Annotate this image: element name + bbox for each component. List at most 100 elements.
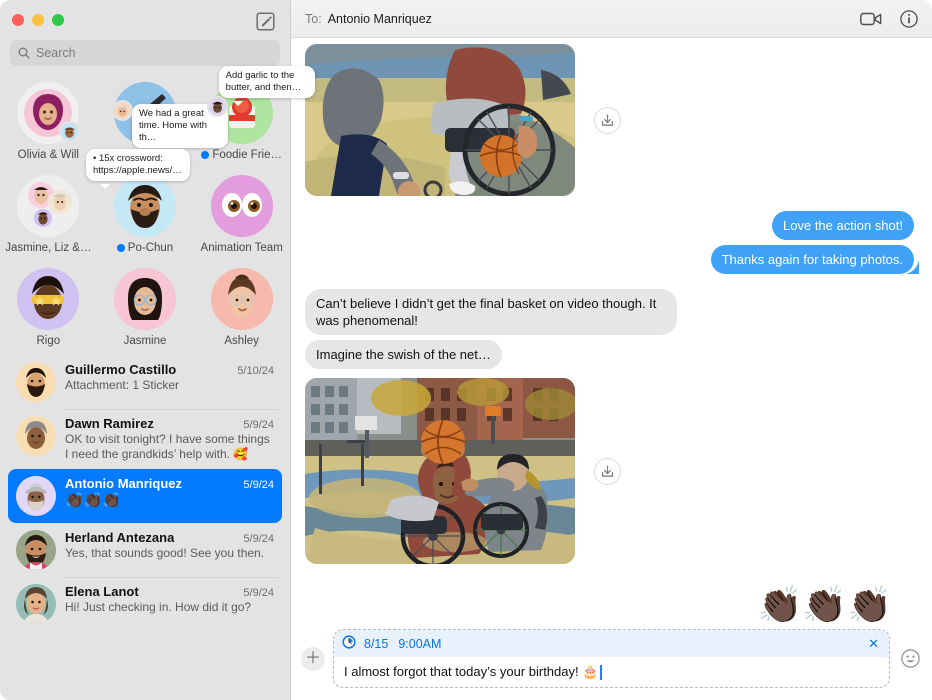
conversation-pane: To: Antonio Manriquez Love the action sh… <box>291 0 932 700</box>
info-circle-icon[interactable] <box>900 9 918 28</box>
conversation-row-dawn-ramirez[interactable]: Dawn Ramirez 5/9/24 OK to visit tonight?… <box>8 409 282 469</box>
message-photo-basketball-2[interactable] <box>305 378 575 564</box>
avatar <box>16 476 56 516</box>
download-icon[interactable] <box>594 106 621 134</box>
conversation-body: Guillermo Castillo 5/10/24 Attachment: 1… <box>65 362 274 393</box>
memoji-star-glasses-icon <box>17 268 80 330</box>
conversation-date: 5/10/24 <box>237 365 274 377</box>
mini-avatar-will <box>59 121 81 142</box>
group-three-memoji-icon <box>17 175 80 237</box>
conversation-body: Elena Lanot 5/9/24 Hi! Just checking in.… <box>65 584 274 615</box>
recipient-name[interactable]: Antonio Manriquez <box>328 12 432 26</box>
pinned-item-jasmine-liz-group[interactable]: Jasmine, Liz &… <box>0 175 97 254</box>
pinned-item-animation-team[interactable]: Animation Team <box>193 175 290 254</box>
pinned-item-olivia-will[interactable]: Olivia & Will <box>0 82 97 161</box>
search-icon <box>18 47 30 59</box>
conversation-top-line: Dawn Ramirez 5/9/24 <box>65 416 274 431</box>
emoji-smiley-icon[interactable] <box>898 647 922 671</box>
pinned-name-text: Rigo <box>36 335 61 347</box>
suggestion-date: 8/15 <box>364 636 389 651</box>
pinned-item-rigo[interactable]: Rigo <box>0 268 97 347</box>
pinned-avatar <box>17 82 81 144</box>
conversation-name: Herland Antezana <box>65 530 175 545</box>
message-bubble-outgoing[interactable]: Love the action shot! <box>772 211 914 240</box>
search-input[interactable]: Search <box>10 40 280 66</box>
pinned-item-po-chun[interactable]: • 15x crossword: https://apple.news/… Po… <box>85 149 194 254</box>
plus-circle-icon[interactable]: ＋ <box>301 646 325 671</box>
pinned-preview-tooltip: • 15x crossword: https://apple.news/… <box>85 149 190 189</box>
message-input-value: I almost forgot that today’s your birthd… <box>344 664 599 679</box>
message-bubble-incoming[interactable]: Imagine the swish of the net… <box>305 340 502 369</box>
avatar <box>16 362 56 402</box>
message-row-outgoing-2: Thanks again for taking photos. <box>305 245 914 274</box>
conversation-name: Elena Lanot <box>65 584 139 599</box>
pinned-label: Jasmine <box>124 335 167 347</box>
sidebar-titlebar <box>0 0 290 40</box>
conversation-name: Guillermo Castillo <box>65 362 177 377</box>
sidebar: Search Olivia & Will We had a great time… <box>0 0 315 700</box>
message-row-incoming-2: Imagine the swish of the net… <box>305 340 914 369</box>
conversation-list: Guillermo Castillo 5/10/24 Attachment: 1… <box>0 355 290 700</box>
conversation-row-herland-antezana[interactable]: Herland Antezana 5/9/24 Yes, that sounds… <box>8 523 282 577</box>
pinned-conversations: Olivia & Will We had a great time. Home … <box>0 66 315 355</box>
conversation-body: Herland Antezana 5/9/24 Yes, that sounds… <box>65 530 274 561</box>
conversation-top-line: Guillermo Castillo 5/10/24 <box>65 362 274 377</box>
pinned-item-jasmine[interactable]: Jasmine <box>97 268 194 347</box>
message-input-shell[interactable]: 8/15 9:00AM ✕ I almost forgot that today… <box>333 629 890 688</box>
message-photo-basketball-1[interactable] <box>305 44 575 196</box>
pinned-name-text: Ashley <box>224 335 259 347</box>
suggestion-time: 9:00AM <box>398 636 442 651</box>
compose-icon[interactable] <box>254 10 276 32</box>
unread-indicator-dot <box>201 151 210 159</box>
pinned-label: Rigo <box>37 335 61 347</box>
download-icon[interactable] <box>594 457 621 485</box>
pinned-name-text: Foodie Frie… <box>212 149 282 161</box>
conversation-row-antonio-manriquez[interactable]: Antonio Manriquez 5/9/24 👏🏿👏🏿👏🏿 <box>8 469 282 523</box>
zoom-window-button[interactable] <box>52 14 64 26</box>
header-actions <box>860 9 918 28</box>
avatar <box>16 530 56 570</box>
message-bubble-outgoing[interactable]: Thanks again for taking photos. <box>710 245 914 274</box>
pinned-avatar: • 15x crossword: https://apple.news/… <box>85 149 190 237</box>
memoji-glasses-woman-icon <box>113 268 176 330</box>
pinned-label: Olivia & Will <box>18 149 79 161</box>
pinned-avatar: We had a great time. Home with th… <box>111 82 228 156</box>
pinned-avatar <box>210 175 273 237</box>
unread-indicator-dot <box>116 244 125 252</box>
pinned-name-text: Jasmine, Liz &… <box>5 242 92 254</box>
mini-avatar-penpal <box>111 100 133 121</box>
minimize-window-button[interactable] <box>32 14 44 26</box>
conversation-date: 5/9/24 <box>243 587 274 599</box>
conversation-snippet: Attachment: 1 Sticker <box>65 378 180 392</box>
message-row-incoming-1: Can’t believe I didn’t get the final bas… <box>305 289 914 335</box>
close-icon[interactable]: ✕ <box>868 637 879 650</box>
tapback-emoji-row[interactable]: 👏🏿👏🏿👏🏿 <box>305 587 914 623</box>
conversation-header: To: Antonio Manriquez <box>291 0 932 38</box>
message-input[interactable]: I almost forgot that today’s your birthd… <box>334 657 889 687</box>
clock-icon <box>342 635 356 652</box>
video-camera-icon[interactable] <box>860 11 882 27</box>
conversation-row-guillermo-castillo[interactable]: Guillermo Castillo 5/10/24 Attachment: 1… <box>8 355 282 409</box>
message-row-outgoing-1: Love the action shot! <box>305 211 914 240</box>
text-cursor <box>600 664 602 680</box>
pinned-item-ashley[interactable]: Ashley <box>193 268 290 347</box>
mini-avatar-foodie <box>206 96 228 117</box>
message-composer: ＋ 8/15 9:00AM ✕ I almost forgot that tod… <box>291 623 932 700</box>
to-label: To: <box>305 11 322 26</box>
conversation-snippet: OK to visit tonight? I have some things … <box>65 432 270 461</box>
conversation-snippet: 👏🏿👏🏿👏🏿 <box>65 492 122 509</box>
pinned-label: Po-Chun <box>116 242 173 254</box>
messages-window: Search Olivia & Will We had a great time… <box>0 0 932 700</box>
memoji-bearded-man-icon <box>113 175 176 237</box>
avatar <box>16 416 56 456</box>
smart-suggestion-chip[interactable]: 8/15 9:00AM ✕ <box>334 630 889 657</box>
message-thread[interactable]: Love the action shot! Thanks again for t… <box>291 38 932 623</box>
close-window-button[interactable] <box>12 14 24 26</box>
pinned-label: Jasmine, Liz &… <box>5 242 91 254</box>
message-bubble-incoming[interactable]: Can’t believe I didn’t get the final bas… <box>305 289 677 335</box>
pinned-avatar <box>113 268 176 330</box>
eyes-emoji-icon <box>210 175 273 237</box>
conversation-top-line: Antonio Manriquez 5/9/24 <box>65 476 274 491</box>
conversation-row-elena-lanot[interactable]: Elena Lanot 5/9/24 Hi! Just checking in.… <box>8 577 282 631</box>
conversation-name: Dawn Ramirez <box>65 416 154 431</box>
